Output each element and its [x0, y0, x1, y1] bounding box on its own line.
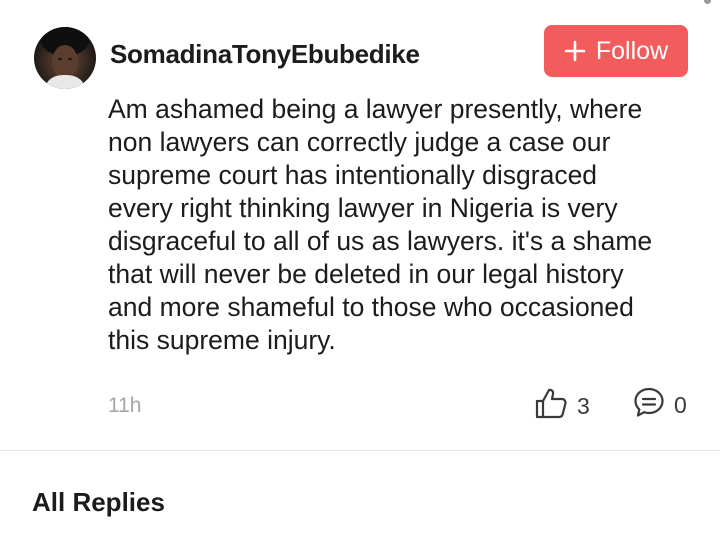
- like-count: 3: [577, 392, 590, 419]
- comment-line: that will never be deleted in our legal …: [108, 259, 624, 289]
- thumbs-up-icon: [534, 386, 568, 425]
- comment-line: and more shameful to those who occasione…: [108, 292, 634, 322]
- author-name[interactable]: SomadinaTonyEbubedike: [110, 38, 420, 70]
- comment-line: this supreme injury.: [108, 325, 336, 355]
- like-button[interactable]: 3: [534, 386, 590, 425]
- comment-line: supreme court has intentionally disgrace…: [108, 160, 598, 190]
- divider: [0, 450, 720, 451]
- comment-page: SomadinaTonyEbubedike Follow Am ashamed …: [0, 0, 720, 541]
- overflow-dot: [704, 0, 711, 4]
- reply-button[interactable]: 0: [633, 386, 687, 423]
- comment-text: Am ashamed being a lawyer presently, whe…: [108, 93, 698, 357]
- follow-button[interactable]: Follow: [544, 25, 688, 77]
- avatar[interactable]: [34, 27, 96, 89]
- reply-count: 0: [674, 391, 687, 418]
- comment-line: every right thinking lawyer in Nigeria i…: [108, 193, 618, 223]
- post-timestamp: 11h: [108, 394, 142, 417]
- plus-icon: [564, 40, 586, 62]
- comment-line: Am ashamed being a lawyer presently, whe…: [108, 94, 643, 124]
- replies-heading: All Replies: [32, 487, 165, 517]
- comment-line: non lawyers can correctly judge a case o…: [108, 127, 611, 157]
- avatar-photo: [41, 27, 89, 89]
- comment-line: disgraceful to all of us as lawyers. it'…: [108, 226, 653, 256]
- follow-label: Follow: [595, 36, 669, 65]
- comment-bubble-icon: [633, 386, 665, 423]
